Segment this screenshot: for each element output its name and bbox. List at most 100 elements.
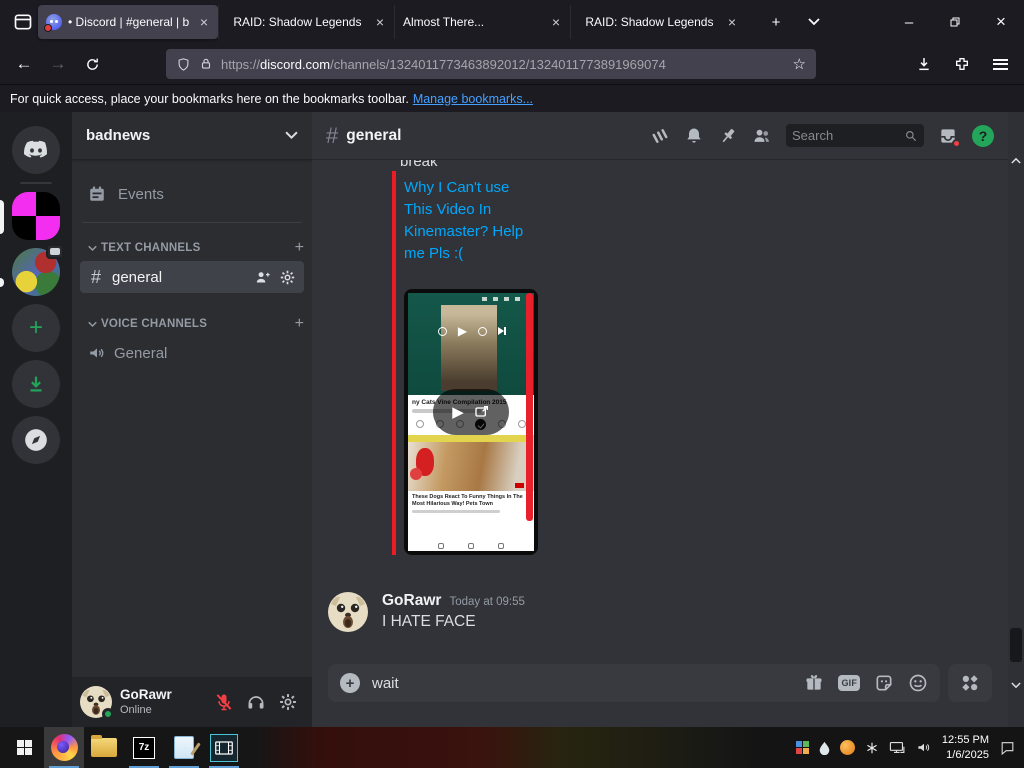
reload-button[interactable] [76,49,108,79]
chat-scrollbar[interactable] [1008,112,1024,727]
menu-icon[interactable] [984,49,1016,79]
sticker-icon[interactable] [874,673,894,693]
lock-icon[interactable] [199,57,213,71]
back-button[interactable]: ← [8,49,40,79]
embed-title-link[interactable]: Kinemaster? Help [404,221,554,243]
forward-button[interactable]: → [42,49,74,79]
pinned-messages-icon[interactable] [718,126,738,146]
voice-channel-general[interactable]: General [80,337,304,369]
windows-logo-icon [16,740,32,755]
forward-icon [478,326,488,336]
download-apps-button[interactable] [12,360,60,408]
tray-volume-icon[interactable] [916,740,932,755]
play-overlay[interactable]: ▶ [433,389,509,435]
emoji-icon[interactable] [908,673,928,693]
notepad-icon [174,736,194,759]
minimize-button[interactable]: – [886,0,932,44]
downloads-icon[interactable] [908,49,940,79]
help-icon[interactable]: ? [972,124,994,147]
message-composer[interactable]: + wait GIF [328,664,940,702]
tab-discord[interactable]: • Discord | #general | b × [38,5,218,39]
threads-icon[interactable] [650,126,670,146]
chevron-down-icon [88,321,97,327]
add-server-button[interactable]: + [12,304,60,352]
channel-settings-gear-icon[interactable] [279,269,296,286]
tab-close-icon[interactable]: × [726,14,738,30]
tab-close-icon[interactable]: × [374,14,386,30]
unread-server-dot [0,278,4,287]
firefox-view-icon[interactable] [8,7,38,37]
taskbar-7zip-button[interactable]: 7z [124,727,164,768]
tab-raid-2[interactable]: RAID: Shadow Legends × [570,5,746,39]
inbox-icon[interactable] [938,126,961,148]
sidebar-divider [82,222,302,223]
apps-button[interactable] [948,664,992,702]
message-avatar[interactable] [328,592,368,632]
hash-icon: # [326,122,339,148]
embed-title-link[interactable]: This Video In [404,199,554,221]
new-tab-button[interactable]: + [762,8,790,36]
tab-raid-1[interactable]: RAID: Shadow Legends × [218,5,394,39]
taskbar-notepad-button[interactable] [164,727,204,768]
action-center-icon[interactable] [999,740,1016,756]
7zip-icon: 7z [133,736,155,759]
gif-picker-icon[interactable]: GIF [838,675,860,691]
server-other-button[interactable] [12,244,64,296]
mic-muted-icon[interactable] [208,686,240,718]
tab-almost-there[interactable]: Almost There... × [394,5,570,39]
category-text-channels[interactable]: TEXT CHANNELS + [72,239,312,257]
message-author[interactable]: GoRawr [382,592,441,610]
taskbar-media-button[interactable] [204,727,244,768]
taskbar-explorer-button[interactable] [84,727,124,768]
tray-orange-icon[interactable] [839,740,855,755]
create-channel-icon[interactable]: + [295,315,304,333]
video-player-area: ▶ [408,293,534,395]
tracking-shield-icon[interactable] [176,57,191,72]
user-avatar[interactable] [80,686,114,720]
channel-general[interactable]: # general [80,261,304,293]
tray-network-icon[interactable] [889,740,906,755]
scroll-down-icon[interactable] [1008,682,1024,689]
tab-close-icon[interactable]: × [550,14,562,30]
member-list-icon[interactable] [752,126,772,146]
server-header[interactable]: badnews [72,112,312,160]
tray-asterisk-icon[interactable] [865,741,879,755]
tab-close-icon[interactable]: × [198,14,210,30]
explore-servers-button[interactable] [12,416,60,464]
bookmark-star-icon[interactable]: ☆ [793,55,806,73]
search-input[interactable] [792,128,900,143]
create-channel-icon[interactable]: + [295,239,304,257]
list-tabs-button[interactable] [800,8,828,36]
start-button[interactable] [4,727,44,768]
user-settings-gear-icon[interactable] [272,686,304,718]
extensions-icon[interactable] [946,49,978,79]
server-status-badge [46,244,64,259]
taskbar-firefox-button[interactable] [44,727,84,768]
events-label: Events [118,185,164,203]
taskbar-clock[interactable]: 12:55 PM 1/6/2025 [942,733,989,763]
notifications-bell-icon[interactable] [684,126,704,146]
message-draft-text[interactable]: wait [372,675,399,692]
composer-area: + wait GIF [312,664,1008,727]
scrollbar-thumb[interactable] [1010,628,1022,662]
scroll-up-icon[interactable] [1008,157,1024,164]
restore-button[interactable] [932,0,978,44]
invite-people-icon[interactable] [254,269,271,286]
server-badnews-button[interactable] [12,192,60,240]
close-window-button[interactable]: × [978,0,1024,44]
embed-title-link[interactable]: me Pls :( [404,243,554,265]
gift-icon[interactable] [804,673,824,693]
discord-home-button[interactable] [12,126,60,174]
tray-drop-icon[interactable] [819,741,830,755]
video-thumbnail[interactable]: ▶ ny Cats Vine Compilation 2015 [404,289,538,555]
tray-app-icon[interactable] [795,741,809,754]
embed-title-link[interactable]: Why I Can't use [404,177,554,199]
headphones-icon[interactable] [240,686,272,718]
attach-plus-icon[interactable]: + [340,673,360,693]
address-bar[interactable]: https://discord.com/channels/13240117734… [166,49,816,79]
message-text: I HATE FACE [382,613,476,630]
search-box[interactable] [786,124,924,147]
sidebar-item-events[interactable]: Events [80,178,304,210]
manage-bookmarks-link[interactable]: Manage bookmarks... [413,92,533,106]
category-voice-channels[interactable]: VOICE CHANNELS + [72,315,312,333]
